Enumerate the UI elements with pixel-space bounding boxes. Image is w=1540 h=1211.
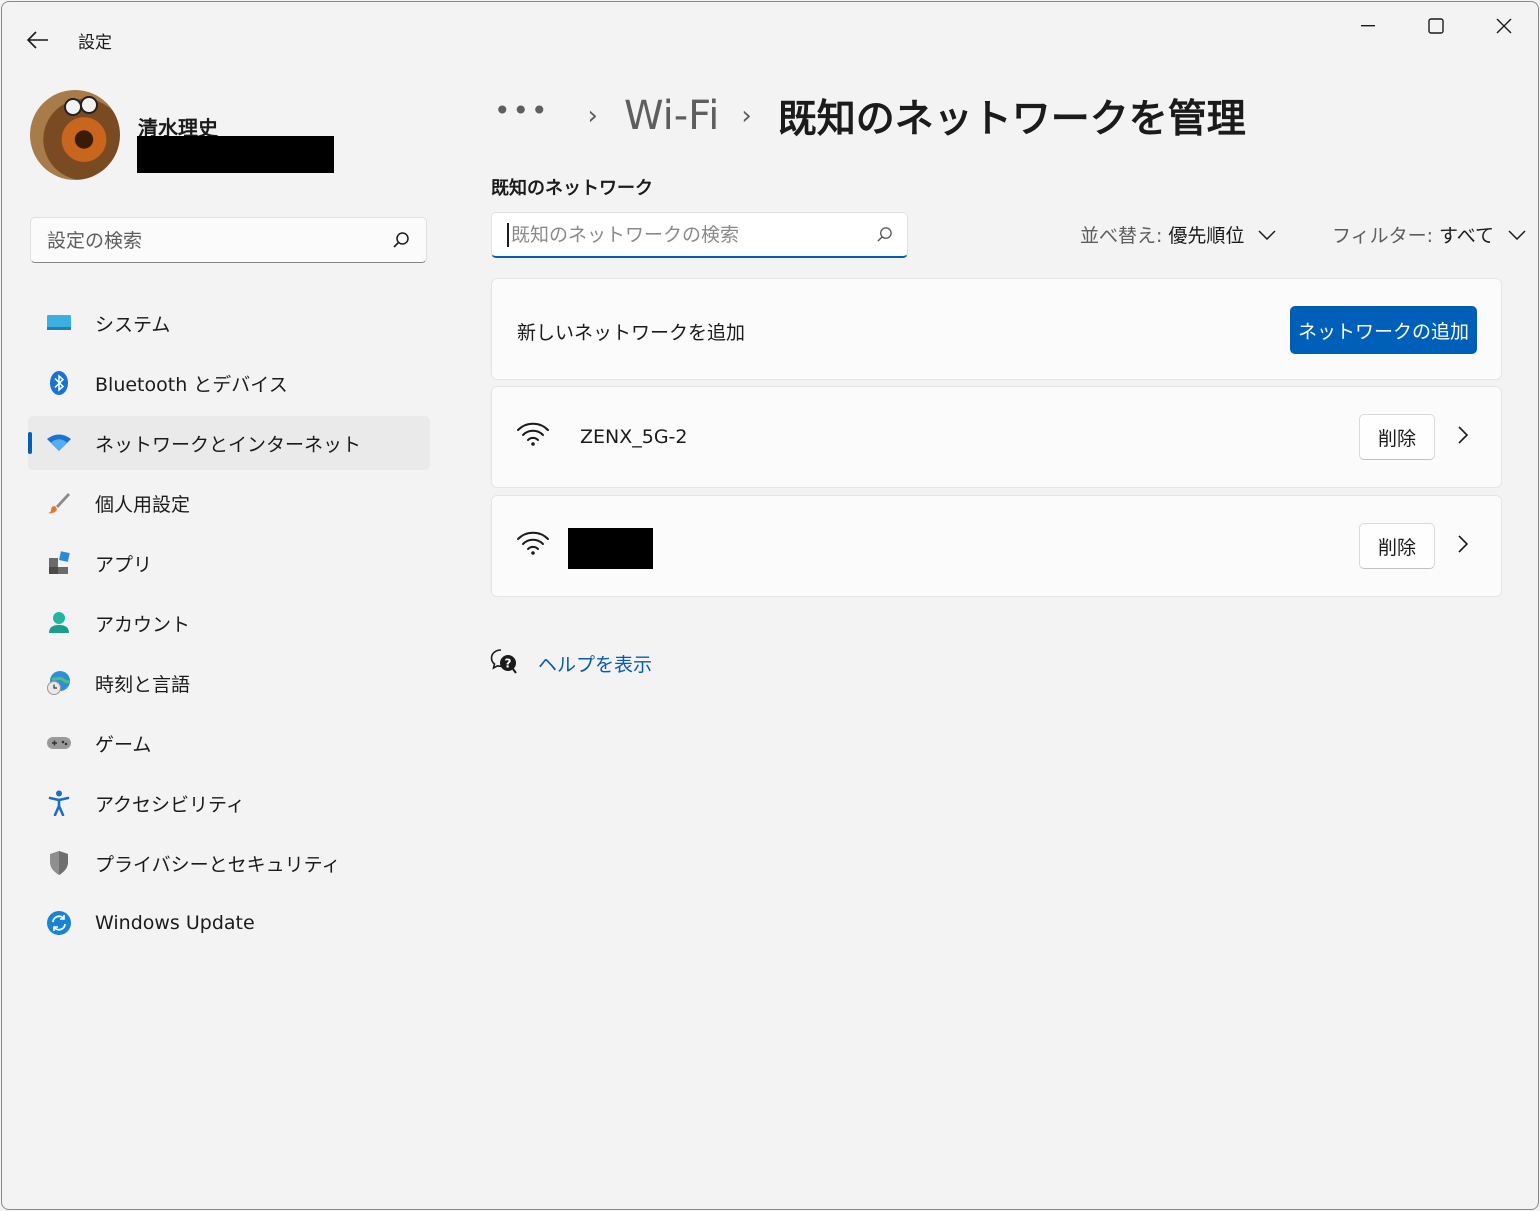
breadcrumb-separator: › xyxy=(587,101,598,131)
search-icon[interactable] xyxy=(392,231,410,253)
sidebar-item-windows-update[interactable]: Windows Update xyxy=(28,896,430,950)
filter-value: すべて xyxy=(1439,225,1494,247)
delete-button[interactable]: 削除 xyxy=(1359,523,1435,569)
maximize-icon xyxy=(1428,18,1444,34)
breadcrumb: ••• › Wi-Fi › 既知のネットワークを管理 xyxy=(494,88,1246,144)
sidebar-item-accounts[interactable]: アカウント xyxy=(28,596,430,650)
back-button[interactable] xyxy=(20,22,56,58)
minimize-icon xyxy=(1361,25,1375,27)
filter-dropdown[interactable]: フィルター: すべて xyxy=(1332,221,1526,248)
person-icon xyxy=(46,610,72,636)
sidebar-item-apps[interactable]: アプリ xyxy=(28,536,430,590)
network-ssid: ZENX_5G-2 xyxy=(580,426,688,448)
section-title: 既知のネットワーク xyxy=(491,178,653,199)
sidebar-item-label: ネットワークとインターネット xyxy=(95,433,362,456)
breadcrumb-separator: › xyxy=(741,101,752,131)
network-row[interactable]: 削除 xyxy=(491,495,1502,597)
close-icon xyxy=(1496,18,1512,34)
sort-label: 並べ替え: xyxy=(1080,225,1163,247)
sidebar-item-label: ゲーム xyxy=(95,733,152,756)
filter-label: フィルター: xyxy=(1332,225,1434,247)
brush-icon xyxy=(46,490,72,516)
breadcrumb-more[interactable]: ••• xyxy=(494,94,550,127)
avatar xyxy=(30,90,120,180)
close-button[interactable] xyxy=(1470,2,1538,50)
chevron-down-icon xyxy=(1508,229,1526,240)
sidebar-item-label: Windows Update xyxy=(95,912,255,934)
sidebar-item-label: システム xyxy=(95,313,171,336)
maximize-button[interactable] xyxy=(1402,2,1470,50)
minimize-button[interactable] xyxy=(1334,2,1402,50)
gamepad-icon xyxy=(46,730,72,756)
selection-indicator xyxy=(28,432,32,454)
delete-button[interactable]: 削除 xyxy=(1359,414,1435,460)
sidebar-item-time-language[interactable]: 時刻と言語 xyxy=(28,656,430,710)
shield-icon xyxy=(46,850,72,876)
update-icon xyxy=(46,910,72,936)
sidebar-item-system[interactable]: システム xyxy=(28,296,430,350)
page-title: 既知のネットワークを管理 xyxy=(777,97,1246,142)
search-icon[interactable] xyxy=(876,226,893,247)
sidebar-item-label: 時刻と言語 xyxy=(95,673,191,696)
wifi-icon xyxy=(516,530,550,560)
settings-search-input[interactable] xyxy=(45,218,379,264)
sidebar-item-privacy[interactable]: プライバシーとセキュリティ xyxy=(28,836,430,890)
svg-text:?: ? xyxy=(505,657,512,671)
wifi-icon xyxy=(46,430,72,456)
bluetooth-icon xyxy=(46,370,72,396)
chevron-right-icon[interactable] xyxy=(1458,426,1469,448)
chevron-right-icon[interactable] xyxy=(1458,535,1469,557)
sort-value: 優先順位 xyxy=(1168,225,1245,247)
help-link[interactable]: ? ヘルプを表示 xyxy=(490,648,652,678)
redacted-ssid xyxy=(568,528,653,569)
sidebar-item-label: アカウント xyxy=(95,613,191,636)
redacted-email xyxy=(137,136,334,173)
back-arrow-icon xyxy=(27,31,48,49)
sidebar-item-accessibility[interactable]: アクセシビリティ xyxy=(28,776,430,830)
avatar-eye xyxy=(80,96,98,114)
network-row[interactable]: ZENX_5G-2 削除 xyxy=(491,386,1502,488)
accessibility-icon xyxy=(46,790,72,816)
add-network-label: 新しいネットワークを追加 xyxy=(517,322,746,344)
display-icon xyxy=(46,310,72,336)
known-network-search[interactable] xyxy=(491,212,908,258)
sidebar-item-label: アプリ xyxy=(95,553,153,576)
add-network-card: 新しいネットワークを追加 ネットワークの追加 xyxy=(491,278,1502,380)
globe-clock-icon xyxy=(46,670,72,696)
add-network-button[interactable]: ネットワークの追加 xyxy=(1290,306,1477,354)
sidebar-item-network[interactable]: ネットワークとインターネット xyxy=(28,416,430,470)
sidebar-item-label: 個人用設定 xyxy=(95,493,191,516)
sidebar-item-bluetooth[interactable]: Bluetooth とデバイス xyxy=(28,356,430,410)
sidebar-item-personalization[interactable]: 個人用設定 xyxy=(28,476,430,530)
app-title: 設定 xyxy=(78,33,112,53)
chevron-down-icon xyxy=(1258,229,1276,240)
sidebar-item-label: アクセシビリティ xyxy=(95,793,245,816)
settings-search[interactable] xyxy=(30,217,427,264)
sidebar-nav: システム Bluetooth とデバイス ネットワークとインターネット 個人用設… xyxy=(28,296,430,956)
known-network-search-input[interactable] xyxy=(509,213,873,257)
help-label[interactable]: ヘルプを表示 xyxy=(538,650,652,677)
title-bar: 設定 xyxy=(2,2,1538,72)
settings-window: 設定 清水理史 システム xyxy=(1,1,1539,1210)
help-icon: ? xyxy=(490,648,518,678)
sort-dropdown[interactable]: 並べ替え: 優先順位 xyxy=(1080,221,1276,248)
wifi-icon xyxy=(516,421,550,451)
apps-icon xyxy=(46,550,72,576)
sidebar-item-gaming[interactable]: ゲーム xyxy=(28,716,430,770)
breadcrumb-wifi[interactable]: Wi-Fi xyxy=(624,93,719,139)
sidebar-item-label: Bluetooth とデバイス xyxy=(95,373,288,396)
sidebar-item-label: プライバシーとセキュリティ xyxy=(95,853,341,876)
